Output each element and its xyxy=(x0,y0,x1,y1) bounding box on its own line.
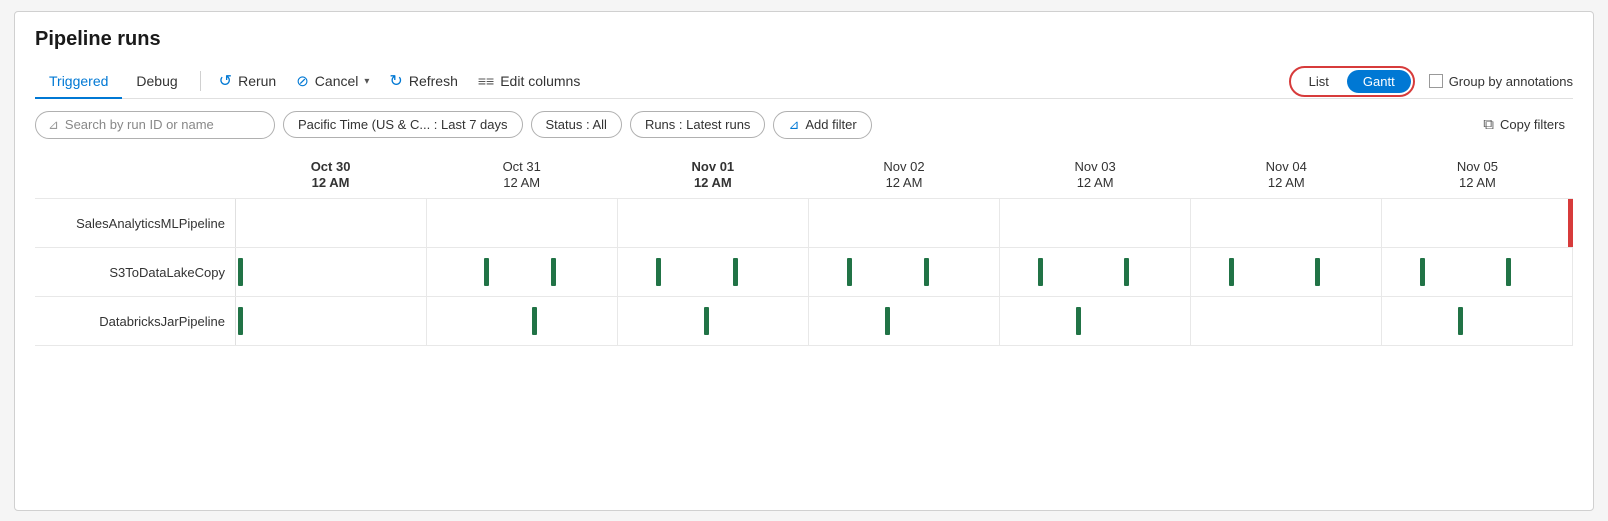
gantt-timeline-sales xyxy=(235,199,1573,247)
edit-columns-label: Edit columns xyxy=(500,73,580,89)
refresh-icon: ↻ xyxy=(389,71,402,91)
bar-db-5 xyxy=(1076,307,1081,335)
nav-separator-1 xyxy=(200,71,201,91)
refresh-button[interactable]: ↻ Refresh xyxy=(379,65,467,97)
search-placeholder: Search by run ID or name xyxy=(65,117,214,132)
bar-db-1 xyxy=(238,307,243,335)
bar-s3-4 xyxy=(656,258,661,286)
gantt-col-nov05: Nov 05 12 AM xyxy=(1382,159,1573,193)
bar-db-4 xyxy=(885,307,890,335)
tab-triggered[interactable]: Triggered xyxy=(35,65,122,99)
refresh-label: Refresh xyxy=(409,73,458,89)
time-filter-chip[interactable]: Pacific Time (US & C... : Last 7 days xyxy=(283,111,523,138)
copy-filters-icon: ⧉ xyxy=(1483,116,1494,133)
main-container: Pipeline runs Triggered Debug ↺ Rerun ⊘ … xyxy=(14,11,1594,511)
status-filter-chip[interactable]: Status : All xyxy=(531,111,622,138)
bar-db-2 xyxy=(532,307,537,335)
bar-s3-10 xyxy=(1229,258,1234,286)
gantt-col-nov02: Nov 02 12 AM xyxy=(808,159,999,193)
cancel-button[interactable]: ⊘ Cancel ▾ xyxy=(286,66,379,96)
gantt-col-oct30: Oct 30 12 AM xyxy=(235,159,426,193)
gantt-row-databricks: DatabricksJarPipeline xyxy=(35,296,1573,346)
rerun-icon: ↺ xyxy=(219,71,232,91)
filter-bar: ⊿ Search by run ID or name Pacific Time … xyxy=(35,111,1573,139)
tab-debug[interactable]: Debug xyxy=(122,65,191,99)
gantt-bars-databricks xyxy=(236,297,1573,345)
bar-s3-12 xyxy=(1420,258,1425,286)
copy-filters-label: Copy filters xyxy=(1500,117,1565,132)
search-filter-icon: ⊿ xyxy=(48,117,59,133)
bar-s3-1 xyxy=(238,258,243,286)
gantt-chart: Oct 30 12 AM Oct 31 12 AM Nov 01 12 AM N… xyxy=(35,159,1573,347)
gantt-col-nov04: Nov 04 12 AM xyxy=(1191,159,1382,193)
gantt-bars-s3 xyxy=(236,248,1573,296)
gantt-label-s3: S3ToDataLakeCopy xyxy=(35,265,235,280)
bar-db-3 xyxy=(704,307,709,335)
bar-s3-13 xyxy=(1506,258,1511,286)
gantt-timeline-databricks xyxy=(235,297,1573,345)
bar-s3-11 xyxy=(1315,258,1320,286)
gantt-label-sales: SalesAnalyticsMLPipeline xyxy=(35,216,235,231)
gantt-header-row: Oct 30 12 AM Oct 31 12 AM Nov 01 12 AM N… xyxy=(235,159,1573,193)
add-filter-label: Add filter xyxy=(805,117,856,132)
bar-db-6 xyxy=(1458,307,1463,335)
group-annotations-label: Group by annotations xyxy=(1449,74,1573,89)
list-view-button[interactable]: List xyxy=(1293,70,1345,93)
gantt-cols-sales xyxy=(236,199,1573,247)
top-nav: Triggered Debug ↺ Rerun ⊘ Cancel ▾ ↻ Ref… xyxy=(35,65,1573,99)
search-input-wrapper[interactable]: ⊿ Search by run ID or name xyxy=(35,111,275,139)
bar-s3-3 xyxy=(551,258,556,286)
copy-filters-button[interactable]: ⧉ Copy filters xyxy=(1475,111,1573,138)
rerun-button[interactable]: ↺ Rerun xyxy=(209,65,287,97)
bar-s3-6 xyxy=(847,258,852,286)
gantt-timeline-s3 xyxy=(235,248,1573,296)
gantt-view-button[interactable]: Gantt xyxy=(1347,70,1411,93)
gantt-row-s3: S3ToDataLakeCopy xyxy=(35,247,1573,296)
bar-s3-2 xyxy=(484,258,489,286)
group-annotations: Group by annotations xyxy=(1429,74,1573,89)
edit-columns-icon: ≡≡ xyxy=(478,73,494,89)
bar-s3-7 xyxy=(924,258,929,286)
cancel-label: Cancel xyxy=(315,73,359,89)
edit-columns-button[interactable]: ≡≡ Edit columns xyxy=(468,67,591,95)
group-annotations-checkbox[interactable] xyxy=(1429,74,1443,88)
rerun-label: Rerun xyxy=(238,73,276,89)
gantt-col-nov03: Nov 03 12 AM xyxy=(1000,159,1191,193)
bar-s3-8 xyxy=(1038,258,1043,286)
bar-s3-5 xyxy=(733,258,738,286)
add-filter-button[interactable]: ⊿ Add filter xyxy=(773,111,871,139)
gantt-label-databricks: DatabricksJarPipeline xyxy=(35,314,235,329)
add-filter-icon: ⊿ xyxy=(788,117,799,133)
cancel-icon: ⊘ xyxy=(296,72,309,90)
cancel-chevron-icon: ▾ xyxy=(364,76,369,87)
gantt-col-nov01: Nov 01 12 AM xyxy=(617,159,808,193)
bar-s3-9 xyxy=(1124,258,1129,286)
runs-filter-chip[interactable]: Runs : Latest runs xyxy=(630,111,766,138)
page-title: Pipeline runs xyxy=(35,28,1573,51)
gantt-col-oct31: Oct 31 12 AM xyxy=(426,159,617,193)
view-toggle: List Gantt xyxy=(1289,66,1415,97)
gantt-row-sales: SalesAnalyticsMLPipeline xyxy=(35,198,1573,247)
red-marker-sales xyxy=(1568,199,1573,247)
